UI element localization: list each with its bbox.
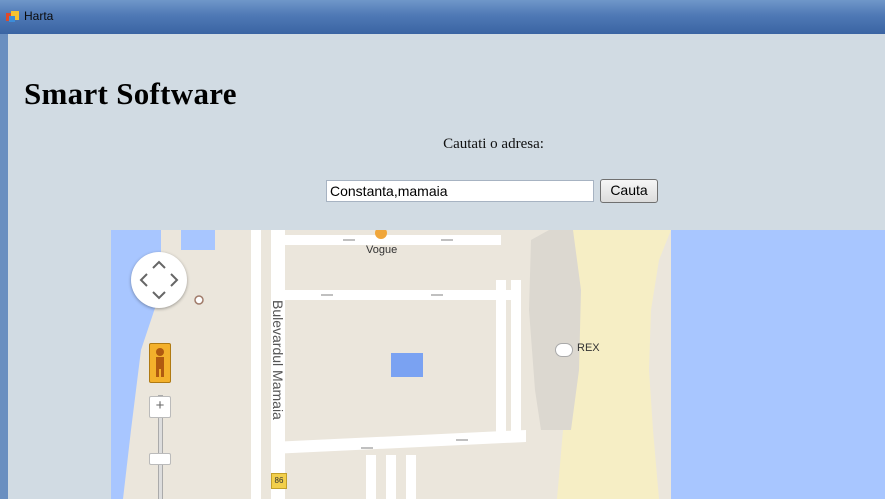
street-view-pegman-icon[interactable] [149,343,171,383]
zoom-slider-handle[interactable] [149,453,171,465]
hotel-marker-icon [555,343,573,357]
road-shield-86: 86 [271,473,287,489]
map-label-street: Bulevardul Mamaia [270,300,286,420]
pegman-figure-icon [156,348,164,377]
pan-arrows-icon [139,260,179,300]
window-frame [0,34,8,499]
map-label-rex: REX [577,342,600,354]
window-titlebar[interactable]: Harta [0,0,885,34]
search-prompt-label: Cautati o adresa: [443,136,544,152]
search-button[interactable]: Cauta [600,179,658,203]
form-client-area: Smart Software Cautati o adresa: Cauta [8,34,885,499]
app-icon [6,11,19,22]
map-canvas [111,230,885,499]
map-label-vogue: Vogue [366,244,398,256]
address-search-input[interactable] [326,180,594,202]
window-title: Harta [24,9,54,23]
map-pan-control[interactable] [131,252,187,308]
map-view[interactable]: Vogue REX Bulevardul Mamaia 86 + [111,230,885,499]
zoom-in-button[interactable]: + [149,396,171,418]
page-title: Smart Software [24,76,237,111]
